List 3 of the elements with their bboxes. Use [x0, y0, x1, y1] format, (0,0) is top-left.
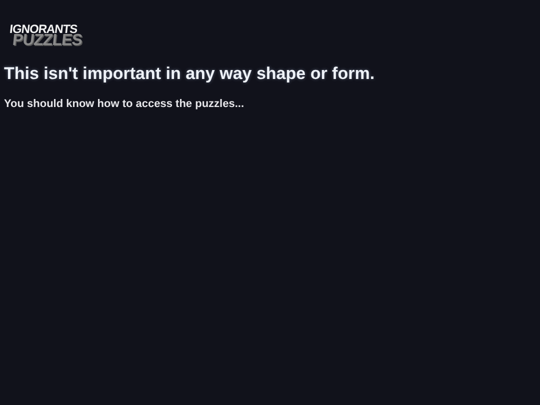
site-logo[interactable]: IGNORANTS PUZZLES [8, 24, 84, 48]
message-text: You should know how to access the puzzles... [4, 98, 245, 110]
page-heading: This isn't important in any way shape or form. [4, 64, 376, 84]
